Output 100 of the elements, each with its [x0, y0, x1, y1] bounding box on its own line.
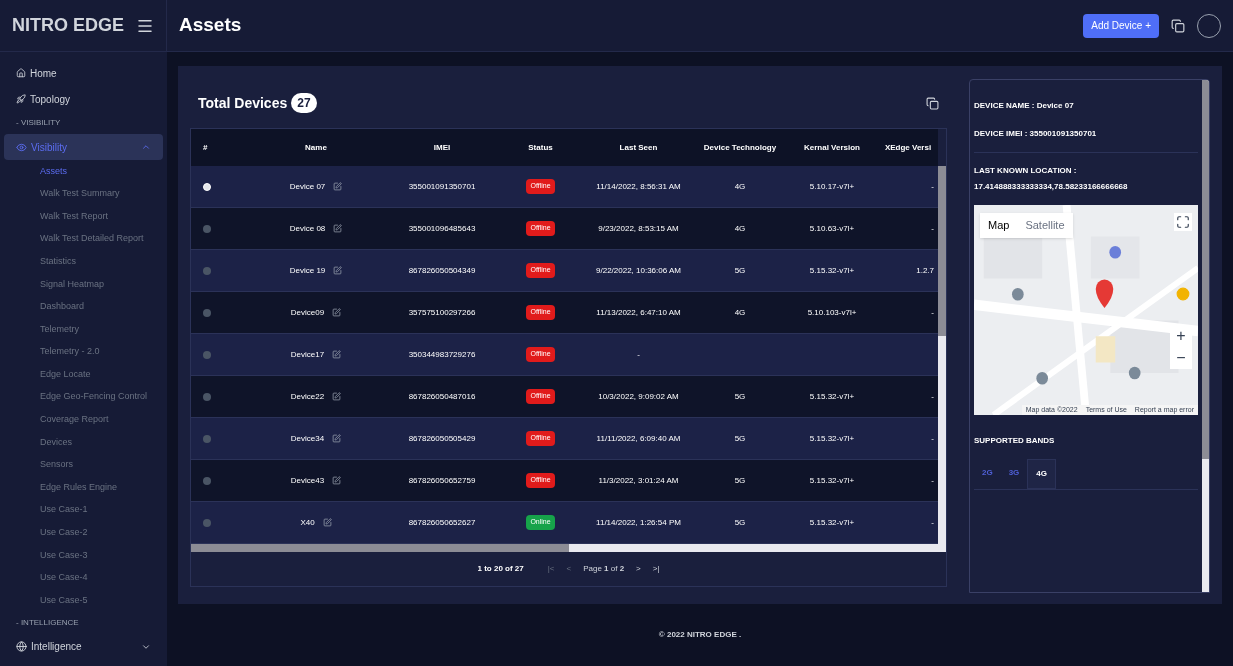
rocket-icon: [16, 94, 26, 104]
table-cell: Device 08: [289, 222, 326, 235]
vertical-scrollbar[interactable]: [938, 166, 946, 544]
sidebar-subitem[interactable]: Telemetry: [0, 318, 167, 341]
sidebar-item[interactable]: Home: [0, 60, 167, 86]
column-header[interactable]: Status: [498, 141, 583, 154]
sidebar-item[interactable]: Topology: [0, 86, 167, 112]
horizontal-scrollbar[interactable]: [191, 544, 946, 552]
table-cell-text: 11/14/2022, 1:26:54 PM: [595, 516, 682, 529]
sidebar-subitem[interactable]: Use Case-3: [0, 544, 167, 567]
range-text: 1 to 20 of 27: [477, 563, 524, 575]
sidebar-subitem[interactable]: Sensors: [0, 453, 167, 477]
table-cell-text: 355001096485643: [407, 222, 477, 235]
edit-icon[interactable]: [333, 224, 343, 233]
table-cell-text: 5.10.63-v7l+: [808, 222, 856, 235]
table-cell-text: 5.10.17-v7l+: [808, 180, 856, 193]
map-type-tab[interactable]: Satellite: [1017, 213, 1073, 238]
table-cell: Device 07: [289, 180, 326, 193]
table-cell-text: 11/13/2022, 6:47:10 AM: [595, 306, 682, 319]
table-cell-text: 867826050652627: [407, 516, 477, 529]
sidebar-subitem[interactable]: Telemetry - 2.0: [0, 340, 167, 364]
fullscreen-icon[interactable]: [1174, 213, 1192, 231]
row-radio[interactable]: [203, 224, 211, 233]
table-cell-text: -: [930, 516, 935, 529]
panel-scrollbar[interactable]: [1202, 80, 1209, 592]
zoom-button[interactable]: +: [1170, 325, 1192, 347]
row-radio[interactable]: [203, 308, 211, 317]
column-header[interactable]: Device Technology: [694, 141, 786, 154]
sidebar-subitem[interactable]: Use Case-1: [0, 498, 167, 522]
table-cell-text: 350344983729276: [407, 348, 477, 361]
table-cell-text: 4G: [733, 306, 747, 319]
pager-button[interactable]: >|: [652, 563, 660, 575]
sidebar-subitem[interactable]: Edge Geo-Fencing Control: [0, 385, 167, 409]
table-cell: Device43: [290, 474, 325, 487]
sidebar-subitem[interactable]: Use Case-5: [0, 589, 167, 612]
row-radio[interactable]: [203, 350, 211, 359]
sidebar-subitem[interactable]: Statistics: [0, 250, 167, 273]
table-cell-text: 5.15.32-v7l+: [808, 432, 856, 445]
total-devices-title: Total Devices: [198, 93, 288, 113]
sidebar-subitem[interactable]: Devices: [0, 431, 167, 454]
table-cell-text: 9/22/2022, 10:36:06 AM: [595, 264, 682, 277]
sidebar-section-label: - VISIBILITY: [15, 117, 62, 129]
add-device-button[interactable]: Add Device +: [1083, 13, 1159, 38]
edit-icon[interactable]: [333, 266, 343, 275]
brand-logo: NITRO EDGE: [12, 14, 124, 37]
table-cell-text: 5G: [733, 264, 747, 277]
column-header[interactable]: Kernal Version: [786, 141, 878, 154]
sidebar-subitem[interactable]: Walk Test Summary: [0, 182, 167, 206]
row-radio[interactable]: [203, 266, 211, 275]
copy-icon[interactable]: [926, 96, 939, 110]
table-cell-text: 4G: [733, 222, 747, 235]
table-cell-text: -: [930, 306, 935, 319]
row-radio[interactable]: [203, 392, 211, 401]
table-cell-text: -: [930, 180, 935, 193]
table-cell-text: 5G: [733, 390, 747, 403]
column-header[interactable]: IMEI: [386, 141, 498, 154]
table-cell: Device34: [290, 432, 325, 445]
device-imei-text: DEVICE IMEI : 355001091350701: [974, 128, 1198, 153]
sidebar-subitem[interactable]: Dashboard: [0, 295, 167, 319]
edit-icon[interactable]: [322, 518, 332, 527]
edit-icon[interactable]: [332, 308, 342, 317]
column-header[interactable]: Last Seen: [583, 141, 694, 154]
copy-icon[interactable]: [1171, 18, 1185, 33]
sidebar-subitem[interactable]: Signal Heatmap: [0, 272, 167, 296]
edit-icon[interactable]: [333, 182, 343, 191]
sidebar-subitem[interactable]: Edge Locate: [0, 363, 167, 386]
column-header[interactable]: XEdge Versi: [878, 141, 938, 154]
sidebar-group[interactable]: Intelligence: [4, 633, 163, 660]
globe-icon: [16, 641, 27, 653]
table-cell-text: 5.15.32-v7l+: [808, 474, 856, 487]
table-cell: Device 19: [289, 264, 326, 277]
row-radio[interactable]: [203, 434, 211, 443]
row-radio[interactable]: [203, 182, 211, 191]
page-text: Page 1 of 2: [583, 563, 625, 575]
pager-button[interactable]: >: [636, 563, 641, 575]
edit-icon[interactable]: [332, 434, 342, 443]
edit-icon[interactable]: [332, 476, 342, 485]
sidebar-subitem[interactable]: Assets: [0, 160, 167, 183]
bands-title: SUPPORTED BANDS: [974, 435, 1056, 447]
band-tab[interactable]: 4G: [1027, 459, 1056, 489]
table-cell-text: -: [930, 222, 935, 235]
table-cell-text: -: [930, 474, 935, 487]
edit-icon[interactable]: [332, 350, 342, 359]
table-cell-text: 5.15.32-v7l+: [808, 516, 856, 529]
table-cell: X40: [300, 516, 315, 529]
map-type-tab[interactable]: Map: [980, 213, 1018, 238]
row-radio[interactable]: [203, 476, 211, 485]
sidebar-subitem[interactable]: Edge Rules Engine: [0, 476, 167, 499]
sidebar-subitem[interactable]: Walk Test Report: [0, 205, 167, 228]
row-radio[interactable]: [203, 518, 211, 527]
sidebar-subitem[interactable]: Use Case-4: [0, 566, 167, 590]
edit-icon[interactable]: [332, 392, 342, 401]
table-cell-text: 11/14/2022, 8:56:31 AM: [595, 180, 682, 193]
table-cell-text: -: [930, 390, 935, 403]
sidebar-subitem[interactable]: Walk Test Detailed Report: [0, 227, 167, 251]
zoom-button[interactable]: −: [1170, 347, 1192, 369]
sidebar-subitem[interactable]: Use Case-2: [0, 521, 167, 545]
column-header[interactable]: #: [191, 141, 246, 154]
column-header[interactable]: Name: [246, 141, 386, 154]
sidebar-subitem[interactable]: Coverage Report: [0, 408, 167, 432]
